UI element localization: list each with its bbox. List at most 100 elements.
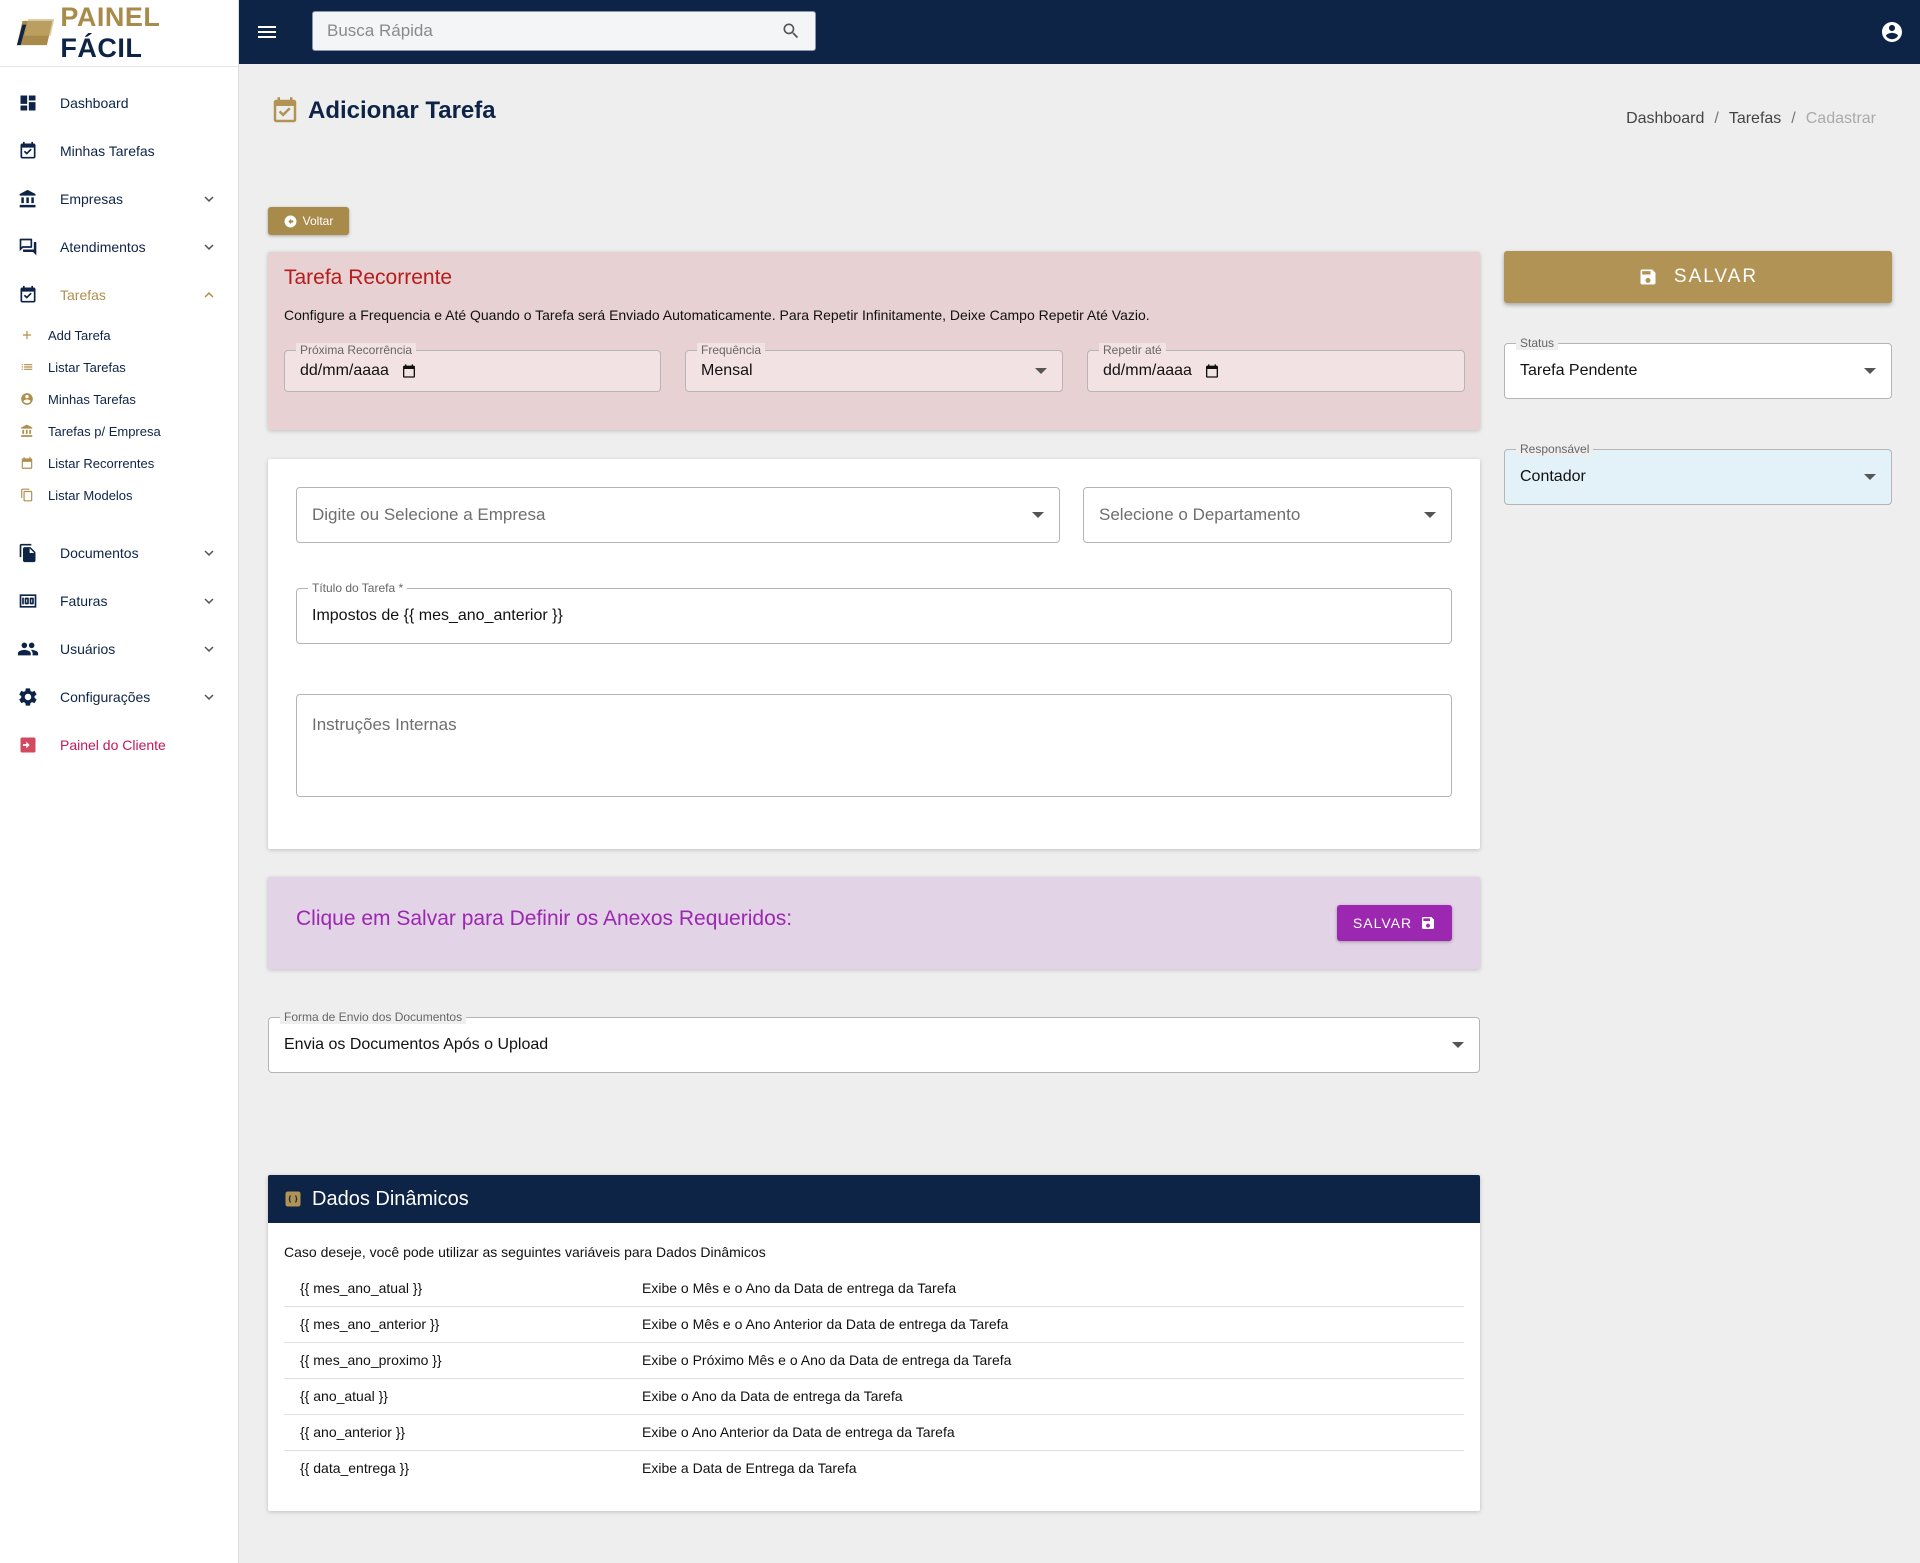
back-button[interactable]: Voltar (268, 207, 349, 235)
repeat-until-label: Repetir até (1099, 343, 1166, 357)
logo-mark-icon (16, 18, 55, 46)
topbar (239, 0, 1920, 64)
subnav-item-minhas-tarefas[interactable]: Minhas Tarefas (0, 383, 238, 415)
calendar-icon[interactable] (1204, 363, 1220, 379)
task-title-label: Título do Tarefa * (308, 581, 408, 595)
subnav-item-tarefas-empresa[interactable]: Tarefas p/ Empresa (0, 415, 238, 447)
breadcrumb-dashboard[interactable]: Dashboard (1626, 110, 1704, 128)
sidebar-item-label: Atendimentos (60, 239, 146, 255)
sidebar-item-painel-cliente[interactable]: Painel do Cliente (0, 721, 238, 769)
delivery-method-select[interactable]: Forma de Envio dos Documentos Envia os D… (268, 1010, 1480, 1073)
gear-icon (16, 685, 40, 709)
sidebar-item-configuracoes[interactable]: Configurações (0, 673, 238, 721)
next-recurrence-field[interactable]: Próxima Recorrência dd/mm/aaaa (284, 343, 661, 392)
save-icon (1422, 917, 1435, 929)
department-select[interactable]: Selecione o Departamento (1083, 487, 1452, 543)
sidebar-item-dashboard[interactable]: Dashboard (0, 79, 238, 127)
task-title-field[interactable]: Título do Tarefa * Impostos de {{ mes_an… (296, 581, 1452, 644)
description-cell: Exibe o Ano Anterior da Data de entrega … (642, 1414, 1464, 1451)
dropdown-caret-icon (1032, 512, 1044, 518)
dynamic-data-icon (285, 1191, 301, 1207)
sidebar-item-documentos[interactable]: Documentos (0, 529, 238, 577)
repeat-until-value: dd/mm/aaaa (1103, 362, 1192, 379)
sidebar-item-atendimentos[interactable]: Atendimentos (0, 223, 238, 271)
sidebar-item-label: Faturas (60, 593, 108, 609)
repeat-until-field[interactable]: Repetir até dd/mm/aaaa (1087, 343, 1465, 392)
frequency-select[interactable]: Frequência Mensal (685, 343, 1063, 392)
subnav-item-listar-modelos[interactable]: Listar Modelos (0, 479, 238, 511)
account-icon[interactable] (1880, 20, 1904, 44)
internal-instructions-placeholder: Instruções Internas (312, 715, 457, 734)
search-icon[interactable] (781, 21, 801, 41)
sidebar-item-usuarios[interactable]: Usuários (0, 625, 238, 673)
company-placeholder: Digite ou Selecione a Empresa (312, 505, 546, 524)
dropdown-caret-icon (1864, 368, 1876, 374)
brand-name: PAINEL FÁCIL (60, 2, 238, 64)
brand-part2: FÁCIL (60, 33, 143, 63)
subnav-label: Add Tarefa (48, 327, 111, 343)
search-input[interactable] (327, 21, 781, 41)
status-label: Status (1516, 336, 1559, 350)
sidebar-item-faturas[interactable]: Faturas (0, 577, 238, 625)
table-row: {{ ano_anterior }} Exibe o Ano Anterior … (284, 1414, 1464, 1451)
subnav-item-listar-tarefas[interactable]: Listar Tarefas (0, 351, 238, 383)
dynamic-data-title: Dados Dinâmicos (312, 1187, 469, 1210)
company-select[interactable]: Digite ou Selecione a Empresa (296, 487, 1060, 543)
save-button[interactable]: SALVAR (1504, 251, 1892, 303)
dynamic-data-intro: Caso deseje, você pode utilizar as segui… (284, 1244, 766, 1260)
breadcrumb: Dashboard / Tarefas / Cadastrar (1626, 110, 1876, 128)
plus-icon (20, 328, 34, 342)
dynamic-data-table: {{ mes_ano_atual }} Exibe o Mês e o Ano … (284, 1270, 1464, 1486)
chevron-down-icon (204, 244, 214, 250)
sidebar-item-label: Tarefas (60, 287, 106, 303)
subnav-label: Listar Modelos (48, 487, 133, 503)
menu-icon[interactable] (255, 20, 279, 44)
subnav-label: Listar Tarefas (48, 359, 126, 375)
subnav-item-listar-recorrentes[interactable]: Listar Recorrentes (0, 447, 238, 479)
list-icon (20, 360, 34, 374)
responsible-select[interactable]: Responsável Contador (1504, 442, 1892, 505)
dropdown-caret-icon (1452, 1042, 1464, 1048)
dynamic-data-card: Dados Dinâmicos Caso deseje, você pode u… (268, 1175, 1480, 1511)
variable-cell: {{ mes_ano_anterior }} (284, 1306, 642, 1343)
chevron-down-icon (204, 550, 214, 556)
next-recurrence-label: Próxima Recorrência (296, 343, 417, 357)
tarefas-subnav: Add Tarefa Listar Tarefas Minhas Tarefas… (0, 319, 238, 517)
subnav-item-add-tarefa[interactable]: Add Tarefa (0, 319, 238, 351)
breadcrumb-tarefas[interactable]: Tarefas (1729, 110, 1781, 128)
description-cell: Exibe a Data de Entrega da Tarefa (642, 1460, 857, 1477)
attachments-save-button[interactable]: SALVAR (1337, 905, 1452, 941)
department-placeholder: Selecione o Departamento (1099, 505, 1301, 524)
responsible-value: Contador (1520, 468, 1586, 485)
variable-cell: {{ ano_atual }} (284, 1378, 642, 1415)
sidebar-item-label: Minhas Tarefas (60, 143, 155, 159)
internal-instructions-field[interactable]: Instruções Internas (296, 694, 1452, 797)
search-box (312, 11, 816, 51)
status-value: Tarefa Pendente (1520, 362, 1638, 379)
status-select[interactable]: Status Tarefa Pendente (1504, 336, 1892, 399)
table-row: {{ mes_ano_proximo }} Exibe o Próximo Mê… (284, 1342, 1464, 1379)
page-title: Adicionar Tarefa (308, 97, 496, 124)
delivery-method-label: Forma de Envio dos Documentos (280, 1010, 467, 1024)
recurrence-title: Tarefa Recorrente (284, 266, 453, 289)
variable-cell: {{ mes_ano_proximo }} (284, 1342, 642, 1379)
sidebar-item-empresas[interactable]: Empresas (0, 175, 238, 223)
recurrence-description: Configure a Frequencia e Até Quando o Ta… (284, 307, 1150, 323)
bank-icon (20, 424, 34, 438)
attachments-text: Clique em Salvar para Definir os Anexos … (296, 907, 793, 930)
delivery-method-value: Envia os Documentos Após o Upload (284, 1036, 549, 1053)
variable-cell: {{ data_entrega }} (300, 1460, 409, 1477)
logo[interactable]: PAINEL FÁCIL (0, 0, 238, 67)
breadcrumb-separator: / (1791, 110, 1796, 127)
sidebar-item-minhas-tarefas[interactable]: Minhas Tarefas (0, 127, 238, 175)
breadcrumb-current: Cadastrar (1805, 110, 1876, 127)
save-button-label: SALVAR (1673, 266, 1759, 287)
sidebar-item-label: Painel do Cliente (60, 737, 166, 753)
sidebar-item-label: Configurações (60, 689, 151, 705)
sidebar-item-label: Documentos (60, 545, 139, 561)
sidebar-item-tarefas[interactable]: Tarefas (0, 271, 238, 319)
calendar-icon[interactable] (401, 363, 417, 379)
variable-cell: {{ mes_ano_atual }} (284, 1270, 642, 1307)
task-title-input[interactable]: Impostos de {{ mes_ano_anterior }} (312, 607, 1436, 625)
page-header: Adicionar Tarefa (270, 96, 496, 126)
